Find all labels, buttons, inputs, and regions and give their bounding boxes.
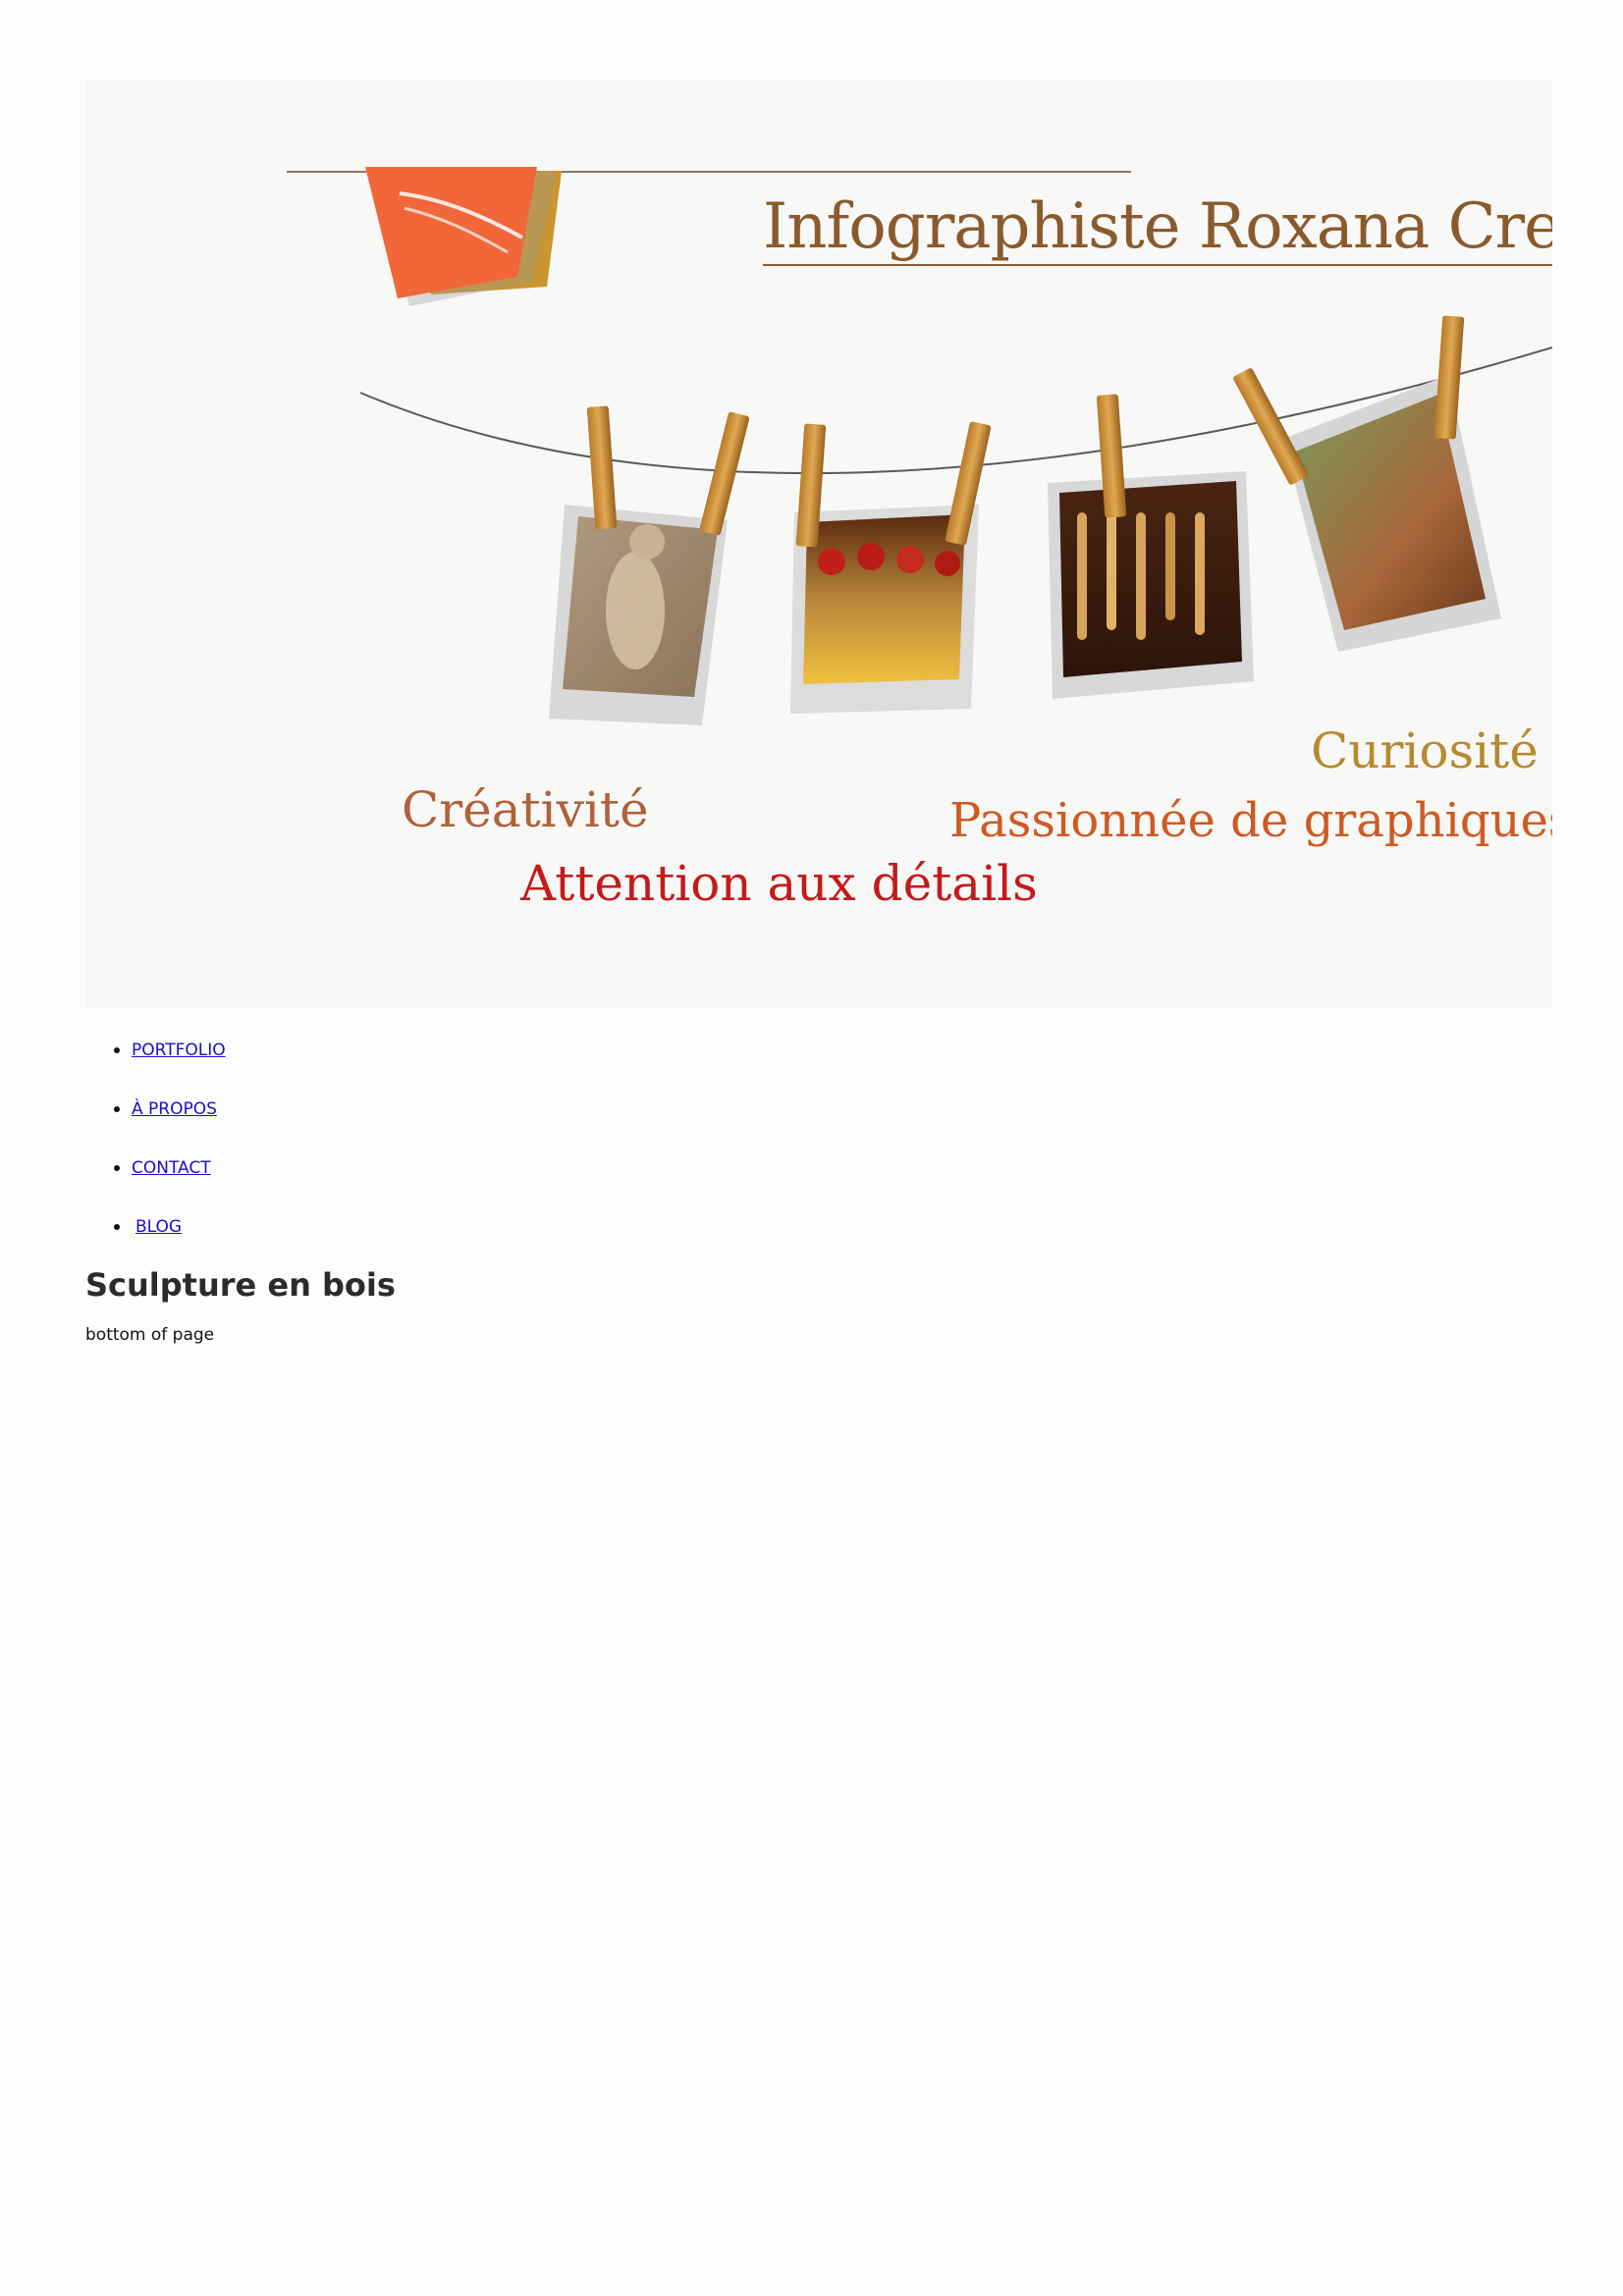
nav-link-a-propos[interactable]: À PROPOS <box>132 1099 217 1119</box>
nav-item-contact: CONTACT <box>108 1139 226 1198</box>
tagline-curiosite: Curiosité <box>1311 722 1539 779</box>
header-banner-image: Infographiste Roxana Cretu Curiosité Cré… <box>85 80 1552 1009</box>
nav-link-contact[interactable]: CONTACT <box>132 1158 211 1178</box>
nav-link-blog[interactable]: BLOG <box>135 1217 182 1237</box>
nav-item-blog: BLOG <box>108 1198 226 1256</box>
tagline-passion: Passionnée de graphiques <box>949 793 1552 848</box>
main-nav: PORTFOLIO À PROPOS CONTACT BLOG <box>108 1021 226 1256</box>
banner-title: Infographiste Roxana Cretu <box>763 190 1552 263</box>
bottom-of-page-text: bottom of page <box>85 1325 215 1345</box>
tagline-attention: Attention aux détails <box>519 855 1038 912</box>
owl-carving-photo <box>549 505 728 725</box>
nav-item-a-propos: À PROPOS <box>108 1080 226 1139</box>
wooden-spoons-photo <box>1048 471 1254 699</box>
nav-link-portfolio[interactable]: PORTFOLIO <box>132 1041 226 1060</box>
tagline-creativite: Créativité <box>402 781 649 838</box>
page-title: Sculpture en bois <box>85 1266 396 1304</box>
logo-icon <box>365 167 562 306</box>
log-cabin-photo <box>1283 375 1501 652</box>
nav-item-portfolio: PORTFOLIO <box>108 1021 226 1080</box>
